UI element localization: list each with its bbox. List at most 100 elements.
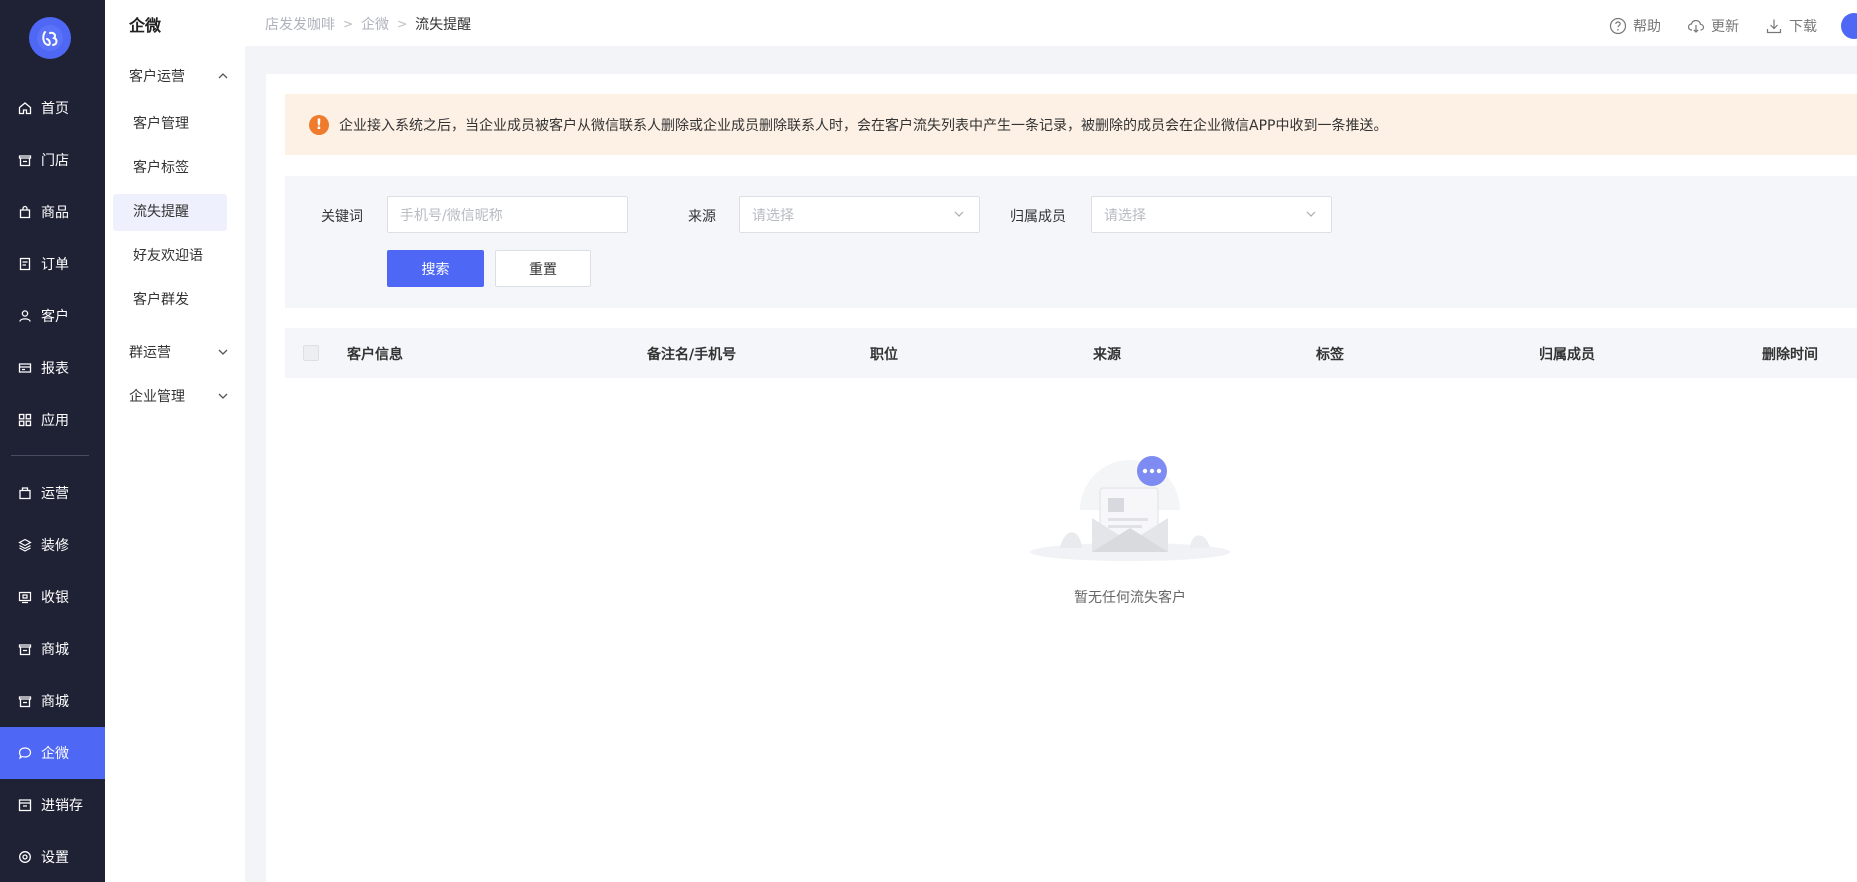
column-header-source: 来源 [1093, 347, 1121, 363]
select-all-checkbox[interactable] [303, 345, 319, 361]
chat-icon [18, 746, 32, 760]
keyword-label: 关键词 [321, 209, 363, 225]
help-label: 帮助 [1633, 19, 1661, 35]
search-button[interactable]: 搜索 [387, 250, 484, 287]
nav-item-goods[interactable]: 商品 [0, 186, 105, 238]
nav-item-inventory[interactable]: 进销存 [0, 779, 105, 831]
update-button[interactable]: 更新 [1687, 16, 1739, 36]
chevron-down-icon [218, 349, 228, 355]
nav-item-operation[interactable]: 运营 [0, 467, 105, 519]
column-header-customer-info: 客户信息 [347, 347, 403, 363]
sub-item-customer-manage[interactable]: 客户管理 [113, 106, 227, 143]
nav-item-customer[interactable]: 客户 [0, 290, 105, 342]
sub-item-customer-tags[interactable]: 客户标签 [113, 150, 227, 187]
chevron-up-icon [218, 73, 228, 79]
nav-item-cashier[interactable]: 收银 [0, 571, 105, 623]
breadcrumb-separator-icon: > [397, 17, 408, 31]
sub-group-group-ops[interactable]: 群运营 [129, 342, 229, 362]
nav-item-mall-2[interactable]: 商城 [0, 675, 105, 727]
nav-item-mall[interactable]: 商城 [0, 623, 105, 675]
alert-text: 企业接入系统之后，当企业成员被客户从微信联系人删除或企业成员删除联系人时，会在客… [339, 117, 1388, 134]
nav-item-label: 企微 [41, 746, 69, 762]
reset-button[interactable]: 重置 [495, 250, 591, 287]
home-icon [18, 101, 32, 115]
nav-item-decorate[interactable]: 装修 [0, 519, 105, 571]
cloud-download-icon [1687, 17, 1705, 35]
sub-menu-title: 企微 [129, 16, 162, 35]
sub-item-mass-message[interactable]: 客户群发 [113, 282, 227, 319]
store-icon [18, 153, 32, 167]
nav-item-label: 装修 [41, 538, 69, 554]
layers-icon [18, 538, 32, 552]
nav-item-label: 客户 [41, 309, 69, 325]
mall-icon [18, 642, 32, 656]
update-label: 更新 [1711, 19, 1739, 35]
breadcrumb-current: 流失提醒 [415, 17, 472, 33]
nav-item-label: 首页 [41, 101, 69, 117]
nav-item-home[interactable]: 首页 [0, 82, 105, 134]
chevron-down-icon [954, 211, 964, 217]
nav-item-label: 报表 [41, 361, 69, 377]
breadcrumb-separator-icon: > [343, 17, 354, 31]
breadcrumb-item[interactable]: 店发发咖啡 [265, 14, 335, 34]
nav-item-label: 收银 [41, 590, 69, 606]
avatar[interactable] [1841, 13, 1857, 39]
empty-state-illustration [1030, 456, 1230, 561]
column-header-remark-phone: 备注名/手机号 [647, 347, 737, 363]
sub-group-label: 企业管理 [129, 389, 185, 405]
sub-group-label: 客户运营 [129, 69, 185, 85]
bag-icon [18, 205, 32, 219]
download-icon [1765, 17, 1783, 35]
nav-item-store[interactable]: 门店 [0, 134, 105, 186]
brand-logo[interactable] [29, 17, 71, 59]
empty-state-text: 暂无任何流失客户 [1074, 590, 1186, 606]
nav-item-report[interactable]: 报表 [0, 342, 105, 394]
nav-divider [11, 455, 89, 456]
sub-group-customer-ops[interactable]: 客户运营 [129, 66, 229, 86]
user-icon [18, 309, 32, 323]
cashier-icon [18, 590, 32, 604]
breadcrumb: 店发发咖啡 > 企微 > 流失提醒 [265, 14, 471, 34]
member-label: 归属成员 [1010, 209, 1066, 225]
nav-item-label: 应用 [41, 413, 69, 429]
breadcrumb-item[interactable]: 企微 [361, 14, 389, 34]
nav-item-wecom[interactable]: 企微 [0, 727, 105, 779]
keyword-input[interactable]: 手机号/微信昵称 [387, 196, 628, 233]
column-header-delete-time: 删除时间 [1762, 347, 1818, 363]
sub-item-churn-alert[interactable]: 流失提醒 [113, 194, 227, 231]
nav-item-label: 商城 [41, 694, 69, 710]
table-header: 客户信息 备注名/手机号 职位 来源 标签 归属成员 删除时间 [285, 328, 1857, 378]
source-select[interactable]: 请选择 [739, 196, 980, 233]
source-label: 来源 [688, 209, 716, 225]
chevron-down-icon [218, 393, 228, 399]
nav-item-label: 商城 [41, 642, 69, 658]
sub-group-label: 群运营 [129, 345, 171, 361]
keyword-placeholder: 手机号/微信昵称 [400, 207, 503, 224]
member-select[interactable]: 请选择 [1091, 196, 1332, 233]
nav-item-order[interactable]: 订单 [0, 238, 105, 290]
chevron-down-icon [1306, 211, 1316, 217]
info-alert: ! 企业接入系统之后，当企业成员被客户从微信联系人删除或企业成员删除联系人时，会… [285, 94, 1857, 155]
operation-icon [18, 486, 32, 500]
member-placeholder: 请选择 [1104, 207, 1146, 224]
column-header-position: 职位 [870, 347, 898, 363]
report-icon [18, 361, 32, 375]
sub-group-enterprise[interactable]: 企业管理 [129, 386, 229, 406]
help-icon [1609, 17, 1627, 35]
logo-icon [37, 25, 63, 51]
download-button[interactable]: 下载 [1765, 16, 1817, 36]
nav-item-apps[interactable]: 应用 [0, 394, 105, 446]
nav-item-label: 进销存 [41, 798, 83, 814]
nav-item-settings[interactable]: 设置 [0, 831, 105, 882]
header-tools: 帮助 更新 下载 [1583, 13, 1857, 39]
app-root: 首页 门店 商品 订单 客户 报表 应用 运营 装修 收银 商城 商城 企微 进… [0, 0, 1857, 882]
sub-item-welcome-msg[interactable]: 好友欢迎语 [113, 238, 227, 275]
help-button[interactable]: 帮助 [1609, 16, 1661, 36]
apps-icon [18, 413, 32, 427]
mall-icon [18, 694, 32, 708]
sub-menu: 企微 客户运营 客户管理 客户标签 流失提醒 好友欢迎语 客户群发 群运营 企业… [105, 0, 245, 882]
download-label: 下载 [1789, 19, 1817, 35]
column-header-member: 归属成员 [1539, 347, 1595, 363]
nav-item-label: 运营 [41, 486, 69, 502]
warning-icon: ! [309, 114, 329, 135]
